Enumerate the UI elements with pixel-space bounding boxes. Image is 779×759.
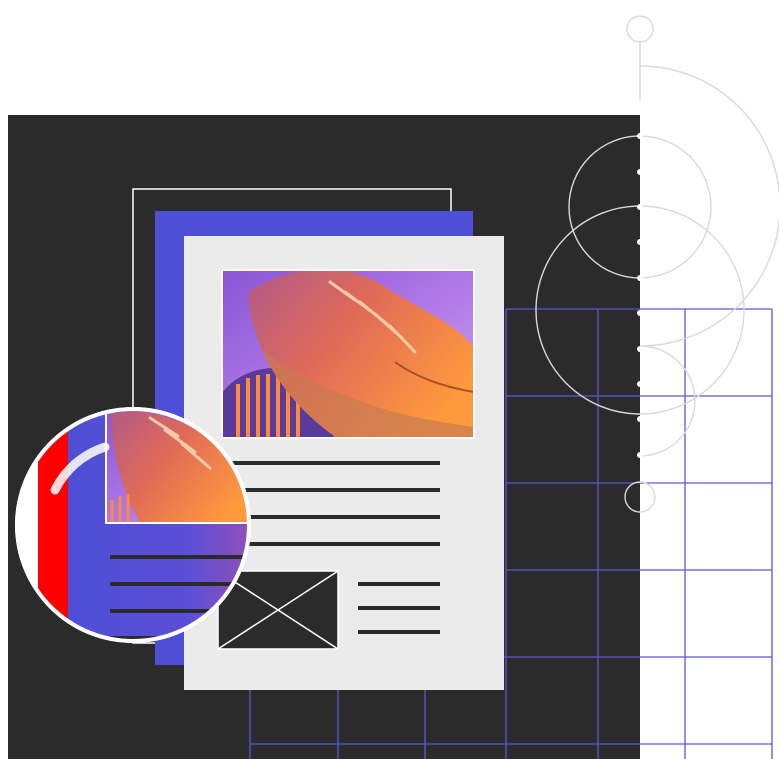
image-placeholder-icon <box>217 570 339 650</box>
illustration-canvas <box>8 15 779 759</box>
hero-illustration <box>0 0 779 759</box>
